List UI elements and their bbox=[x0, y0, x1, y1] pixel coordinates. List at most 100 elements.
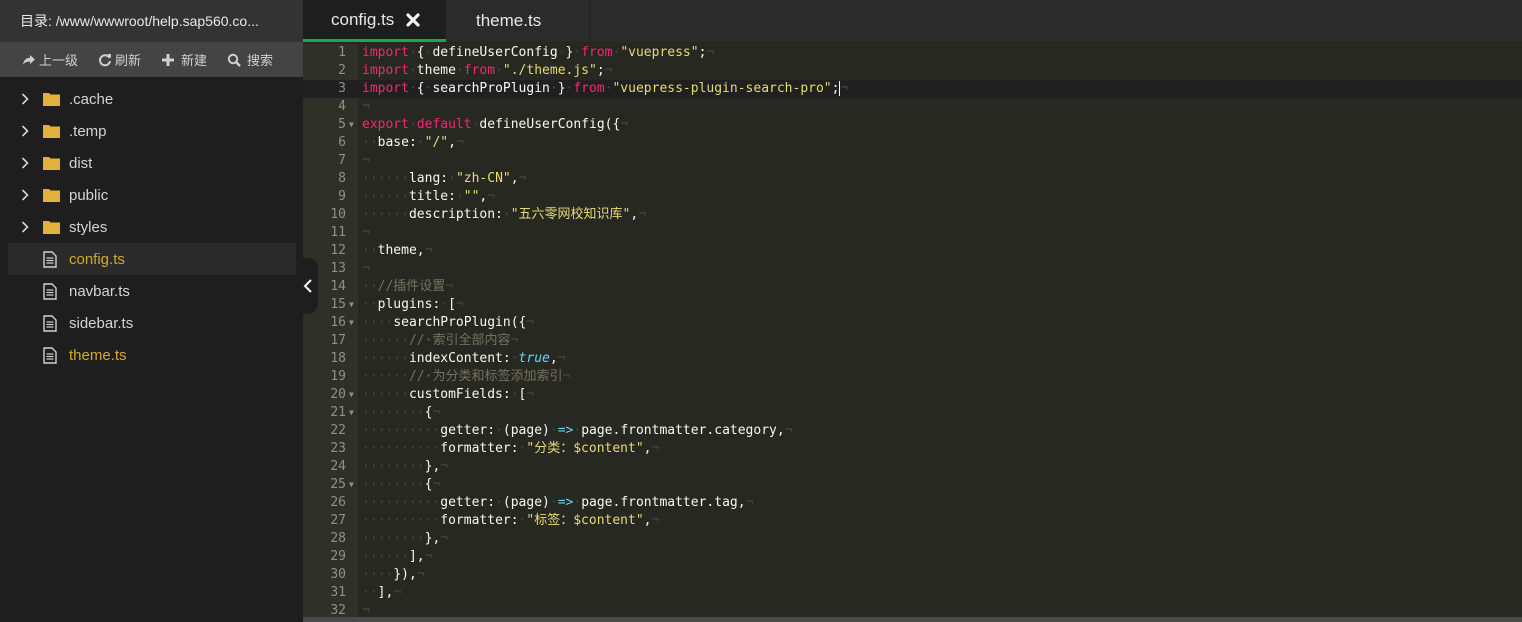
code-text: ····}),¬ bbox=[362, 567, 425, 582]
code-line[interactable]: 17 ······//·索引全部内容¬ bbox=[303, 332, 1522, 350]
parent-dir-button[interactable]: 上一级 bbox=[22, 50, 78, 69]
code-line[interactable]: 1 import·{·defineUserConfig·}·from·"vuepr… bbox=[303, 44, 1522, 62]
code-line[interactable]: 18 ······indexContent:·true,¬ bbox=[303, 350, 1522, 368]
code-line[interactable]: 25 ▼ ········{¬ bbox=[303, 476, 1522, 494]
code-line[interactable]: 19 ······//·为分类和标签添加索引¬ bbox=[303, 368, 1522, 386]
code-line[interactable]: 3 import·{·searchProPlugin·}·from·"vuepre… bbox=[303, 80, 1522, 98]
code-line[interactable]: 29 ······],¬ bbox=[303, 548, 1522, 566]
tree-folder[interactable]: .cache bbox=[8, 83, 296, 115]
tree-folder[interactable]: .temp bbox=[8, 115, 296, 147]
fold-toggle-icon[interactable]: ▼ bbox=[349, 314, 354, 332]
line-number: 16 bbox=[330, 315, 346, 330]
tree-item-label: .cache bbox=[69, 90, 114, 108]
close-icon bbox=[406, 12, 420, 27]
code-text: ······],¬ bbox=[362, 549, 433, 564]
new-button[interactable]: 新建 bbox=[161, 50, 207, 69]
code-text: ··plugins:·[¬ bbox=[362, 297, 464, 312]
code-line[interactable]: 15 ▼ ··plugins:·[¬ bbox=[303, 296, 1522, 314]
horizontal-scrollbar[interactable] bbox=[303, 617, 1522, 622]
code-text: ······description:·"五六零网校知识库",¬ bbox=[362, 207, 647, 222]
code-line[interactable]: 32 ¬ bbox=[303, 602, 1522, 617]
code-line[interactable]: 5 ▼ export·default·defineUserConfig({¬ bbox=[303, 116, 1522, 134]
code-line[interactable]: 4 ¬ bbox=[303, 98, 1522, 116]
line-number: 3 bbox=[338, 81, 346, 96]
chevron-right-icon[interactable] bbox=[21, 125, 39, 137]
tree-item-label: styles bbox=[69, 218, 108, 236]
code-text: ········},¬ bbox=[362, 459, 449, 474]
code-line[interactable]: 21 ▼ ········{¬ bbox=[303, 404, 1522, 422]
code-text: ··········formatter:·"标签：$content",¬ bbox=[362, 513, 660, 528]
code-line[interactable]: 24 ········},¬ bbox=[303, 458, 1522, 476]
close-tab-button[interactable] bbox=[406, 12, 420, 27]
code-text: export·default·defineUserConfig({¬ bbox=[362, 117, 629, 132]
code-line[interactable]: 27 ··········formatter:·"标签：$content",¬ bbox=[303, 512, 1522, 530]
code-text: ······title:·"",¬ bbox=[362, 189, 496, 204]
tree-file[interactable]: config.ts bbox=[8, 243, 296, 275]
code-text: ······//·索引全部内容¬ bbox=[362, 333, 519, 348]
file-icon bbox=[43, 346, 61, 364]
search-icon bbox=[227, 53, 241, 67]
fold-toggle-icon[interactable]: ▼ bbox=[349, 476, 354, 494]
tab-theme-ts[interactable]: theme.ts bbox=[446, 0, 590, 42]
code-text: ··········getter:·(page)·=>·page.frontma… bbox=[362, 423, 793, 438]
code-line[interactable]: 26 ··········getter:·(page)·=>·page.front… bbox=[303, 494, 1522, 512]
code-text: ········{¬ bbox=[362, 477, 441, 492]
tree-item-label: .temp bbox=[69, 122, 107, 140]
tree-file[interactable]: theme.ts bbox=[8, 339, 296, 371]
file-tree: .cache .temp dist public styles config.ts navb… bbox=[0, 77, 303, 371]
code-line[interactable]: 11 ¬ bbox=[303, 224, 1522, 242]
code-line[interactable]: 7 ¬ bbox=[303, 152, 1522, 170]
code-line[interactable]: 2 import·theme·from·"./theme.js";¬ bbox=[303, 62, 1522, 80]
chevron-right-icon[interactable] bbox=[21, 221, 39, 233]
chevron-right-icon[interactable] bbox=[21, 189, 39, 201]
line-number: 23 bbox=[330, 441, 346, 456]
code-line[interactable]: 14 ··//插件设置¬ bbox=[303, 278, 1522, 296]
code-line[interactable]: 8 ······lang:·"zh-CN",¬ bbox=[303, 170, 1522, 188]
code-line[interactable]: 16 ▼ ····searchProPlugin({¬ bbox=[303, 314, 1522, 332]
code-area[interactable]: 1 import·{·defineUserConfig·}·from·"vuepr… bbox=[303, 44, 1522, 617]
tree-file[interactable]: sidebar.ts bbox=[8, 307, 296, 339]
line-number: 26 bbox=[330, 495, 346, 510]
code-line[interactable]: 9 ······title:·"",¬ bbox=[303, 188, 1522, 206]
fold-toggle-icon[interactable]: ▼ bbox=[349, 404, 354, 422]
code-line[interactable]: 28 ········},¬ bbox=[303, 530, 1522, 548]
line-number: 2 bbox=[338, 63, 346, 78]
file-icon bbox=[43, 282, 61, 300]
file-icon bbox=[43, 250, 61, 268]
code-text: import·{·searchProPlugin·}·from·"vuepres… bbox=[362, 81, 849, 96]
code-line[interactable]: 13 ¬ bbox=[303, 260, 1522, 278]
search-label: 搜索 bbox=[247, 53, 274, 68]
line-number: 11 bbox=[330, 225, 346, 240]
plus-icon bbox=[162, 53, 175, 66]
fold-toggle-icon[interactable]: ▼ bbox=[349, 386, 354, 404]
code-line[interactable]: 31 ··],¬ bbox=[303, 584, 1522, 602]
line-number: 19 bbox=[330, 369, 346, 384]
tree-file[interactable]: navbar.ts bbox=[8, 275, 296, 307]
folder-icon bbox=[43, 124, 61, 138]
tree-folder[interactable]: dist bbox=[8, 147, 296, 179]
chevron-right-icon[interactable] bbox=[21, 93, 39, 105]
code-line[interactable]: 22 ··········getter:·(page)·=>·page.front… bbox=[303, 422, 1522, 440]
code-line[interactable]: 12 ··theme,¬ bbox=[303, 242, 1522, 260]
collapse-sidebar-handle[interactable] bbox=[298, 258, 318, 314]
line-number: 29 bbox=[330, 549, 346, 564]
code-line[interactable]: 30 ····}),¬ bbox=[303, 566, 1522, 584]
line-number: 30 bbox=[330, 567, 346, 582]
code-text: ······customFields:·[¬ bbox=[362, 387, 535, 402]
line-number: 5 bbox=[338, 117, 346, 132]
tree-folder[interactable]: styles bbox=[8, 211, 296, 243]
tree-folder[interactable]: public bbox=[8, 179, 296, 211]
refresh-button[interactable]: 刷新 bbox=[98, 50, 141, 69]
code-line[interactable]: 6 ··base:·"/",¬ bbox=[303, 134, 1522, 152]
code-line[interactable]: 20 ▼ ······customFields:·[¬ bbox=[303, 386, 1522, 404]
fold-toggle-icon[interactable]: ▼ bbox=[349, 116, 354, 134]
tab-config-ts[interactable]: config.ts bbox=[303, 0, 446, 42]
fold-toggle-icon[interactable]: ▼ bbox=[349, 296, 354, 314]
code-line[interactable]: 10 ······description:·"五六零网校知识库",¬ bbox=[303, 206, 1522, 224]
line-number: 17 bbox=[330, 333, 346, 348]
chevron-right-icon[interactable] bbox=[21, 157, 39, 169]
search-button[interactable]: 搜索 bbox=[227, 50, 273, 69]
code-line[interactable]: 23 ··········formatter:·"分类：$content",¬ bbox=[303, 440, 1522, 458]
line-number: 7 bbox=[338, 153, 346, 168]
refresh-icon bbox=[99, 53, 112, 66]
